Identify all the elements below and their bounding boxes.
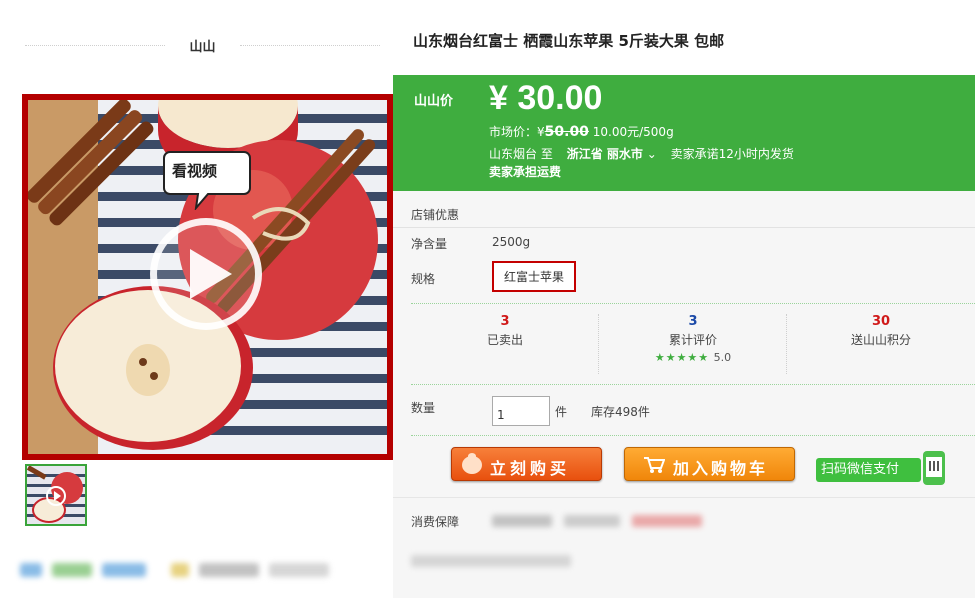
stat-sold-count: 3 (500, 314, 510, 329)
destination-selector[interactable]: 浙江省 丽水市 (567, 147, 643, 161)
stock-count: 库存498件 (591, 405, 650, 419)
spec-option-fuji[interactable]: 红富士苹果 (492, 261, 577, 292)
buy-now-label: 立刻购买 (490, 459, 571, 478)
quantity-label: 数量 (411, 401, 436, 415)
cart-icon (644, 457, 665, 473)
product-title: 山东烟台红富士 栖霞山东苹果 5斤装大果 包邮 (413, 32, 725, 50)
play-video-button[interactable] (150, 218, 262, 330)
divider (240, 45, 380, 46)
market-price-label: 市场价：¥ (489, 125, 545, 139)
thumbnail-image (27, 466, 85, 524)
divider (411, 435, 975, 436)
price-panel: 山山价 ¥ 30.00 市场价：¥50.00 10.00元/500g 山东烟台 … (393, 75, 975, 191)
ship-promise: 卖家承诺12小时内发货 (670, 147, 794, 161)
freight-info: 卖家承担运费 (489, 165, 562, 179)
net-content-value: 2500g (492, 235, 531, 249)
buy-now-button[interactable]: 立刻购买 (451, 447, 602, 481)
spec-label: 规格 (411, 272, 436, 286)
video-badge: 看视频 (162, 146, 252, 210)
net-content-label: 净含量 (411, 237, 448, 251)
market-price-value: 50.00 (544, 124, 589, 140)
stat-points-label: 送山山积分 (850, 333, 911, 347)
extra-info (411, 553, 579, 567)
stat-points: 30 送山山积分 (787, 314, 975, 348)
market-price: 市场价：¥50.00 10.00元/500g (489, 123, 674, 140)
guarantee-items (492, 513, 710, 527)
shop-promo-label: 店铺优惠 (411, 208, 460, 222)
product-options: 店铺优惠 净含量 2500g 规格 红富士苹果 3 已卖出 3 累计评价 ★★★… (393, 191, 975, 598)
chevron-down-icon[interactable]: ⌄ (647, 147, 657, 161)
quantity-unit: 件 (555, 405, 568, 419)
qr-phone-icon[interactable] (923, 451, 945, 485)
stat-reviews-count: 3 (688, 314, 698, 329)
add-to-cart-label: 加入购物车 (673, 459, 769, 478)
stat-reviews-label: 累计评价 (668, 333, 717, 347)
stat-points-count: 30 (871, 314, 891, 329)
guarantee-label: 消费保障 (411, 515, 460, 529)
shipping-info: 山东烟台 至 浙江省 丽水市 ⌄ 卖家承诺12小时内发货 (489, 145, 794, 162)
unit-price: 10.00元/500g (592, 125, 674, 139)
quantity-input[interactable] (492, 396, 550, 426)
stat-sold-label: 已卖出 (486, 333, 523, 347)
price-value: ¥ 30.00 (489, 79, 603, 117)
ship-from: 山东烟台 (489, 147, 538, 161)
divider (393, 227, 975, 228)
shop-header: 山山 (25, 30, 380, 60)
rating-value: 5.0 (713, 351, 732, 364)
share-bar (20, 562, 360, 584)
video-badge-text: 看视频 (172, 162, 218, 180)
add-to-cart-button[interactable]: 加入购物车 (624, 447, 795, 481)
stat-sold: 3 已卖出 (411, 314, 599, 348)
price-label: 山山价 (414, 94, 454, 109)
star-icons: ★★★★★ (654, 351, 710, 364)
shopping-bag-icon (462, 453, 482, 474)
divider (393, 497, 975, 498)
rating-stars: ★★★★★ 5.0 (599, 351, 787, 364)
stat-reviews[interactable]: 3 累计评价 ★★★★★ 5.0 (599, 314, 787, 364)
ship-to-label: 至 (540, 147, 553, 161)
product-thumbnail[interactable] (25, 464, 87, 526)
wechat-pay-button[interactable]: 扫码微信支付 (816, 458, 921, 482)
stats-bar: 3 已卖出 3 累计评价 ★★★★★ 5.0 30 送山山积分 (411, 303, 975, 385)
play-icon (190, 249, 232, 299)
product-main-image[interactable]: 看视频 (22, 94, 393, 460)
